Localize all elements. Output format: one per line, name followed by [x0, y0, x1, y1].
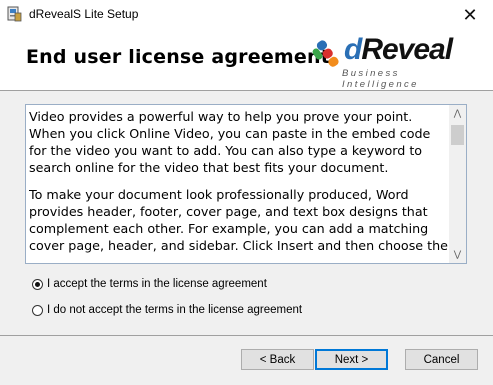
close-icon: ✕	[462, 4, 478, 26]
license-text: Video provides a powerful way to help yo…	[29, 108, 449, 262]
header-banner: End user license agreement dReveal Busin…	[0, 30, 493, 91]
decline-label[interactable]: I do not accept the terms in the license…	[47, 304, 302, 316]
logo-mark-icon	[312, 40, 339, 67]
accept-radio[interactable]	[32, 278, 43, 290]
accept-label[interactable]: I accept the terms in the license agreem…	[47, 278, 267, 290]
vertical-scrollbar[interactable]: ⋀ ⋁	[449, 105, 466, 263]
footer-divider	[0, 335, 493, 336]
next-button[interactable]: Next >	[315, 349, 388, 370]
decline-radio[interactable]	[32, 304, 43, 316]
logo-tagline: Business Intelligence	[342, 68, 419, 90]
scrollbar-thumb[interactable]	[451, 125, 464, 145]
back-button[interactable]: < Back	[241, 349, 314, 370]
decline-option[interactable]: I do not accept the terms in the license…	[32, 302, 302, 318]
title-bar: dRevealS Lite Setup ✕	[0, 0, 493, 30]
logo-wordmark: dReveal	[344, 33, 453, 66]
close-button[interactable]: ✕	[447, 0, 493, 30]
license-paragraph: Video provides a powerful way to help yo…	[29, 109, 431, 175]
accept-option[interactable]: I accept the terms in the license agreem…	[32, 276, 267, 292]
scroll-down-icon[interactable]: ⋁	[449, 246, 466, 263]
setup-app-icon	[7, 6, 22, 22]
scroll-up-icon[interactable]: ⋀	[449, 105, 466, 122]
cancel-button[interactable]: Cancel	[405, 349, 478, 370]
page-title: End user license agreement	[26, 46, 330, 68]
window-title: dRevealS Lite Setup	[29, 7, 139, 21]
license-text-box[interactable]: Video provides a powerful way to help yo…	[25, 104, 467, 264]
dreveal-logo: dReveal Business Intelligence	[310, 33, 470, 90]
license-paragraph: To make your document look professionall…	[29, 187, 448, 253]
